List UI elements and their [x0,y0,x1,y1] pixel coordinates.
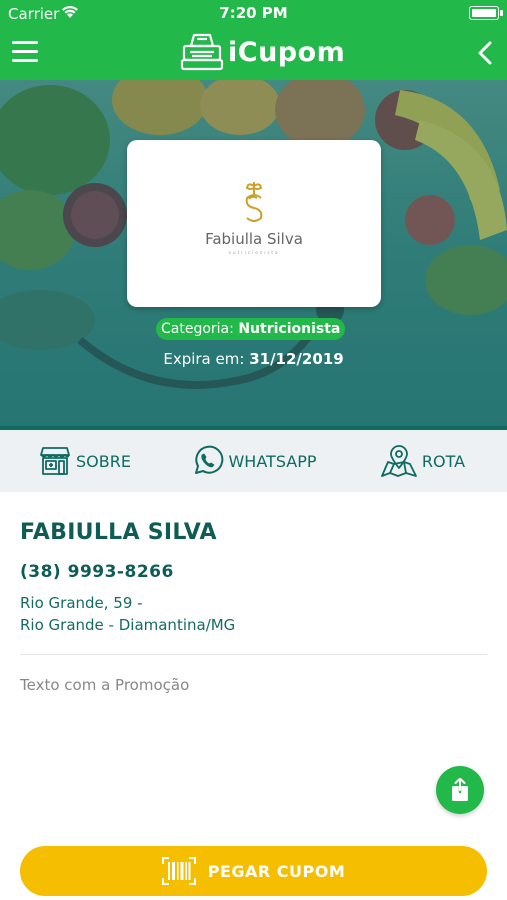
route-button[interactable]: ROTA [338,430,507,492]
map-pin-icon [381,445,417,477]
get-coupon-label: PEGAR CUPOM [207,861,346,881]
get-coupon-button[interactable]: PEGAR CUPOM [20,846,487,896]
chevron-left-icon[interactable] [475,40,495,66]
store-logo-card: Fabiulla Silva nutricionista [127,140,381,307]
fabiulla-logo-mark [245,182,263,222]
whatsapp-icon [195,445,224,474]
share-icon [452,778,468,801]
store-logo-subtitle: nutricionista [228,250,280,255]
storefront-icon [40,447,70,475]
store-address-line1: Rio Grande, 59 - [20,594,143,612]
clock: 7:20 PM [219,4,288,22]
share-button[interactable] [436,766,484,814]
expire-date: 31/12/2019 [249,350,344,368]
expire-label: Expira em: [163,350,245,368]
cash-register-icon [180,33,224,71]
barcode-icon [161,857,196,885]
battery-icon [469,6,503,20]
route-label: ROTA [421,451,466,471]
store-phone[interactable]: (38) 9993-8266 [20,562,174,582]
about-label: SOBRE [76,451,131,471]
about-button[interactable]: SOBRE [0,430,169,492]
promo-text: Texto com a Promoção [20,676,190,694]
category-value: Nutricionista [238,321,341,337]
store-logo-name: Fabiulla Silva [205,230,303,248]
category-badge: Categoria: Nutricionista [156,318,346,340]
details-divider [20,654,487,655]
store-address-line2: Rio Grande - Diamantina/MG [20,616,236,634]
app-title: iCupom [228,36,346,68]
expiration-info: Expira em: 31/12/2019 [0,350,507,368]
action-bar: SOBRE WHATSAPP ROTA [0,430,507,492]
status-bar: Carrier 7:20 PM [0,0,507,28]
hamburger-menu-icon[interactable] [12,41,40,63]
app-brand: iCupom [180,32,345,72]
top-bar: Carrier 7:20 PM iCupom [0,0,507,80]
store-name: FABIULLA SILVA [20,520,217,545]
nav-bar: iCupom [0,28,507,80]
category-label: Categoria: [161,321,234,337]
whatsapp-label: WHATSAPP [228,451,317,471]
whatsapp-button[interactable]: WHATSAPP [169,430,338,492]
